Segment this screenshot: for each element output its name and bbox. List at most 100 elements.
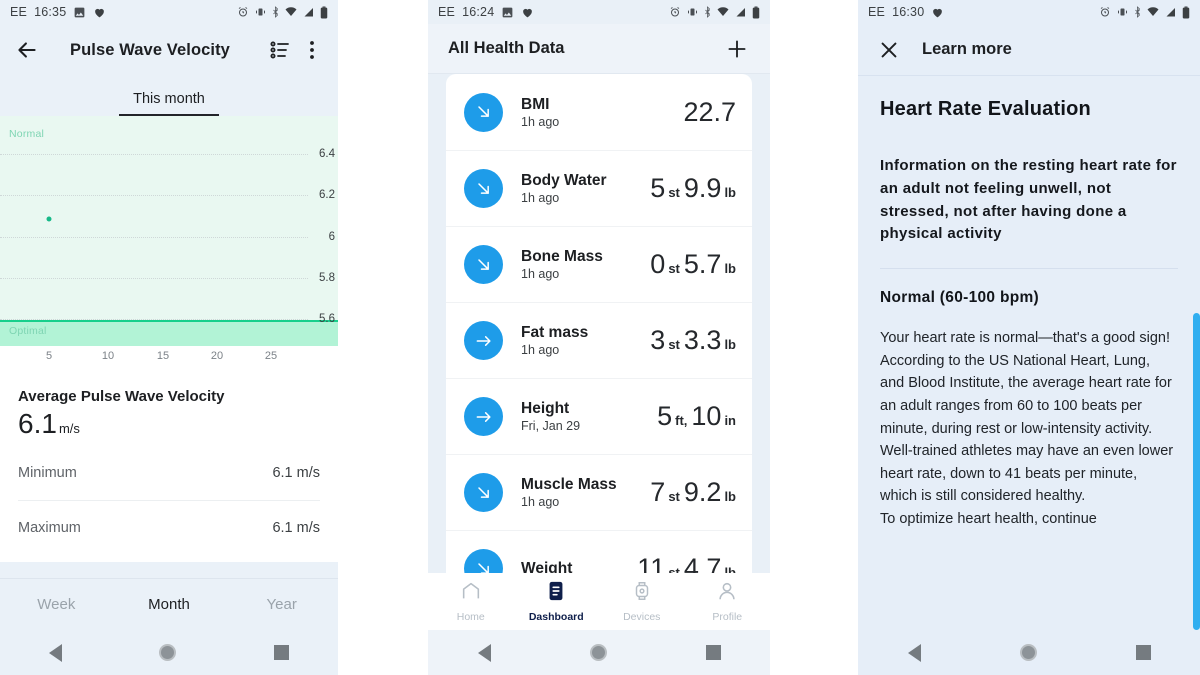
battery-icon xyxy=(320,6,328,19)
chart-band-optimal-label: Optimal xyxy=(9,325,47,337)
metric-value-primary: 5 xyxy=(650,173,666,203)
list-item[interactable]: Bone Mass 1h ago 0 st 5.7 lb xyxy=(446,226,752,302)
photo-icon xyxy=(501,6,514,19)
vibrate-icon xyxy=(1116,6,1129,18)
scrollbar[interactable] xyxy=(1193,313,1200,630)
summary-value-row: 6.1 m/s xyxy=(18,408,320,440)
back-arrow-icon[interactable] xyxy=(14,37,40,63)
tab-label: Dashboard xyxy=(528,611,584,623)
metric-value-primary: 7 xyxy=(650,477,666,507)
battery-icon xyxy=(752,6,760,19)
chart-band-optimal xyxy=(0,320,338,346)
clock-label: 16:30 xyxy=(892,5,925,19)
metric-name: BMI xyxy=(521,95,550,113)
section-title: Normal (60-100 bpm) xyxy=(880,289,1040,307)
heart-icon xyxy=(521,6,534,19)
nav-back-icon[interactable] xyxy=(48,643,62,662)
tab-profile[interactable]: Profile xyxy=(685,580,771,623)
carrier-label: EE xyxy=(438,5,456,19)
more-vertical-icon[interactable] xyxy=(300,38,324,62)
nav-recents-icon[interactable] xyxy=(705,645,721,660)
metric-value-primary: 0 xyxy=(650,249,666,279)
metric-name: Body Water xyxy=(521,172,607,189)
list-icon[interactable] xyxy=(268,38,292,62)
learn-more-content: Heart Rate Evaluation Information on the… xyxy=(858,76,1200,531)
down-right-arrow-icon xyxy=(464,92,503,132)
range-tab-week[interactable]: Week xyxy=(0,596,113,613)
page-title: Learn more xyxy=(922,40,1012,58)
nav-recents-icon[interactable] xyxy=(1135,645,1151,660)
tab-label: Home xyxy=(456,611,485,623)
status-bar-3: EE 16:30 xyxy=(858,0,1200,24)
ytick-label: 5.8 xyxy=(319,272,335,284)
metric-name: Fat mass xyxy=(521,324,589,341)
metric-time: 1h ago xyxy=(521,495,560,509)
metric-value-secondary: 10 xyxy=(691,401,722,431)
data-point[interactable] xyxy=(46,216,52,222)
home-icon xyxy=(460,580,482,607)
three-phone-screenshots: EE 16:35 Pulse Wave Velocity This month … xyxy=(0,0,1200,675)
chart-band-normal-label: Normal xyxy=(9,128,45,140)
metric-unit-secondary: lb xyxy=(724,185,736,200)
metric-unit-primary: st xyxy=(668,185,680,200)
list-item[interactable]: Body Water 1h ago 5 st 9.9 lb xyxy=(446,150,752,226)
metric-unit-secondary: lb xyxy=(724,489,736,504)
content-heading: Heart Rate Evaluation xyxy=(880,98,1091,120)
list-item[interactable]: Muscle Mass 1h ago 7 st 9.2 lb xyxy=(446,454,752,530)
card-bottom-filler xyxy=(0,554,338,562)
panel-all-health-data: EE 16:24 All Health Data BMI 1h ago 22.7… xyxy=(428,0,770,675)
list-item[interactable]: Height Fri, Jan 29 5 ft, 10 in xyxy=(446,378,752,454)
wifi-icon xyxy=(284,6,298,18)
heart-icon xyxy=(93,6,106,19)
ytick-label: 6.4 xyxy=(319,148,335,160)
plus-icon[interactable] xyxy=(724,36,750,62)
stat-label: Maximum xyxy=(18,519,81,536)
nav-back-icon[interactable] xyxy=(907,643,921,662)
divider xyxy=(880,268,1178,270)
alarm-icon xyxy=(669,6,681,18)
carrier-label: EE xyxy=(10,5,28,19)
tab-dashboard[interactable]: Dashboard xyxy=(514,580,600,623)
alarm-icon xyxy=(1099,6,1111,18)
metric-unit-primary: st xyxy=(668,261,680,276)
average-summary-card: Average Pulse Wave Velocity 6.1 m/s xyxy=(0,372,338,446)
metric-value-primary: 3 xyxy=(650,325,666,355)
metric-value: 22.7 xyxy=(683,97,736,128)
stat-row: Minimum 6.1 m/s xyxy=(18,446,320,500)
panel-pulse-wave-velocity: EE 16:35 Pulse Wave Velocity This month … xyxy=(0,0,338,675)
metric-value: 7 st 9.2 lb xyxy=(650,477,736,508)
gridline-6 xyxy=(0,237,308,238)
tab-home[interactable]: Home xyxy=(428,580,514,623)
status-bar-2: EE 16:24 xyxy=(428,0,770,24)
metric-value-primary: 22.7 xyxy=(683,96,736,127)
metric-unit-primary: ft, xyxy=(675,413,688,428)
stat-row: Maximum 6.1 m/s xyxy=(18,500,320,554)
chart-x-axis: 5 10 15 20 25 xyxy=(0,346,338,372)
metric-unit-primary: st xyxy=(668,337,680,352)
nav-home-icon[interactable] xyxy=(159,644,177,661)
nav-back-icon[interactable] xyxy=(477,643,491,662)
heart-icon xyxy=(931,6,944,19)
bottom-tab-bar: Home Dashboard Devices Profile xyxy=(428,573,770,630)
app-bar-3: Learn more xyxy=(858,24,1200,76)
nav-recents-icon[interactable] xyxy=(274,645,290,660)
min-max-list: Minimum 6.1 m/s Maximum 6.1 m/s xyxy=(0,446,338,554)
range-tab-month[interactable]: Month xyxy=(113,596,226,613)
close-icon[interactable] xyxy=(878,39,900,61)
ytick-label: 6.2 xyxy=(319,189,335,201)
tab-this-month[interactable]: This month xyxy=(119,91,219,116)
range-tab-year[interactable]: Year xyxy=(225,596,338,613)
nav-home-icon[interactable] xyxy=(1019,644,1037,661)
vibrate-icon xyxy=(686,6,699,18)
list-item[interactable]: BMI 1h ago 22.7 xyxy=(446,74,752,150)
nav-home-icon[interactable] xyxy=(589,644,607,661)
metric-unit-secondary: in xyxy=(724,413,736,428)
xtick-label: 15 xyxy=(156,350,170,362)
down-right-arrow-icon xyxy=(464,245,503,284)
page-title: All Health Data xyxy=(448,39,565,57)
metric-value-secondary: 5.7 xyxy=(683,249,722,279)
list-item[interactable]: Fat mass 1h ago 3 st 3.3 lb xyxy=(446,302,752,378)
range-selector: Week Month Year xyxy=(0,578,338,630)
down-right-arrow-icon xyxy=(464,169,503,208)
tab-devices[interactable]: Devices xyxy=(599,580,685,623)
